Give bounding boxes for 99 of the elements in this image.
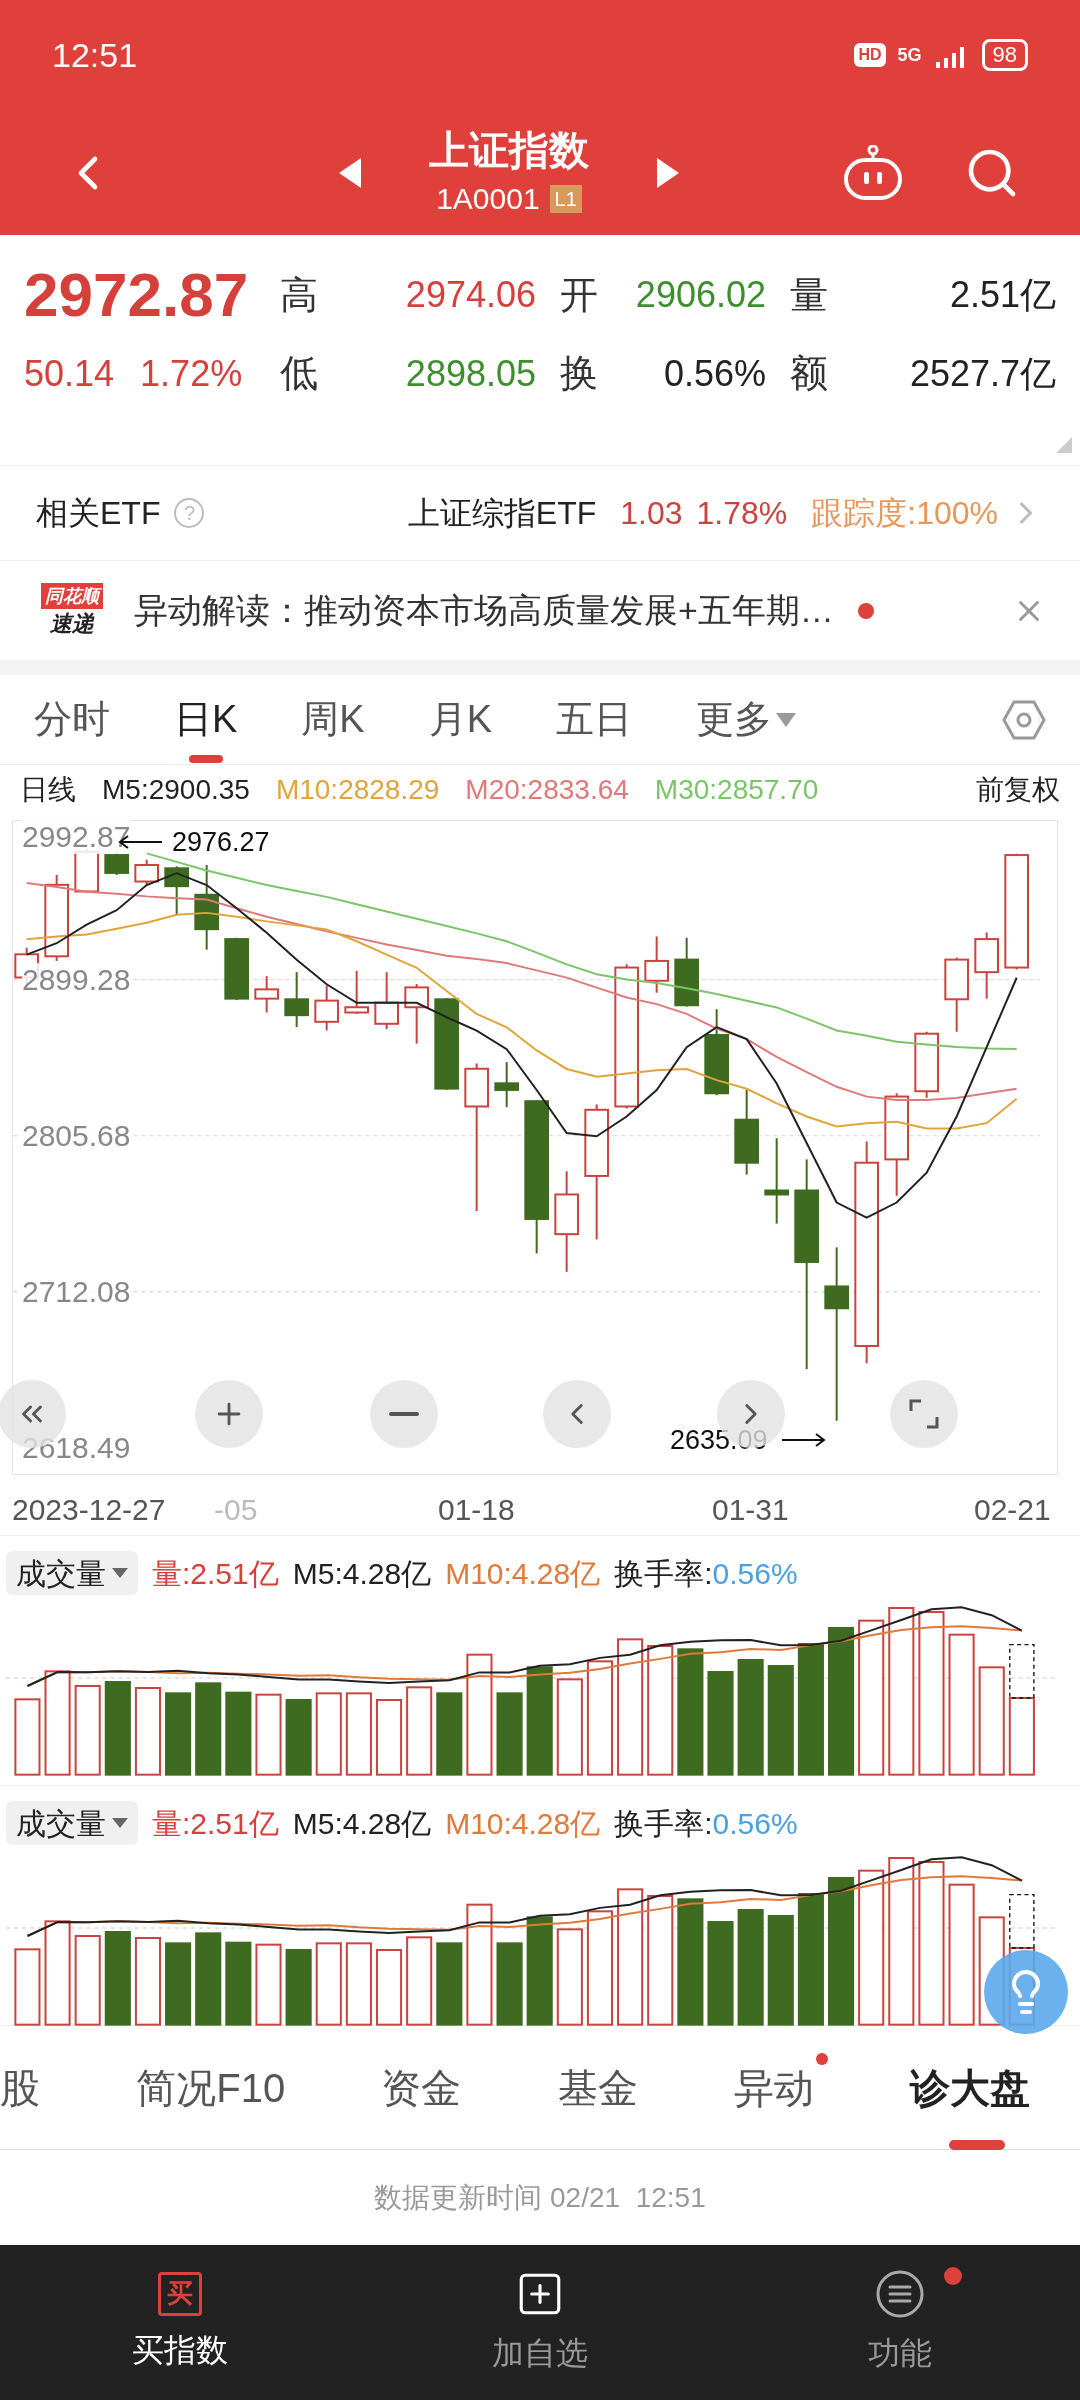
chart-tab[interactable]: 月K [428, 674, 493, 765]
previous-icon[interactable] [339, 157, 361, 188]
info-tab[interactable]: 异动 [733, 2025, 828, 2150]
stat-label: 换 [560, 351, 596, 396]
turnover-label: 换手率: [614, 1555, 713, 1592]
volume-m5: M5:4.28亿 [292, 1805, 432, 1842]
etf-label: 相关ETF [36, 494, 161, 533]
update-time: 数据更新时间 02/21 12:51 [374, 2180, 706, 2215]
nav-item[interactable]: 买 买指数 [0, 2245, 360, 2400]
price-adjust-option[interactable]: 前复权 [976, 769, 1060, 811]
volume-selector[interactable]: 成交量 [6, 1551, 138, 1595]
battery-indicator: 98 [981, 39, 1028, 71]
volume-selector[interactable]: 成交量 [6, 1801, 138, 1845]
candle [974, 931, 999, 1000]
robot-icon[interactable] [842, 144, 904, 201]
tab-indicator [188, 754, 223, 763]
nav-item[interactable]: 功能 [720, 2245, 1080, 2400]
candle [314, 984, 339, 1032]
stat-label: 低 [280, 351, 319, 396]
candle [254, 975, 279, 1014]
candle [344, 969, 369, 1015]
candle [404, 983, 429, 1045]
chart-tab[interactable]: 更多 [696, 674, 797, 765]
turnover-label: 换手率: [614, 1805, 713, 1842]
fullscreen-icon [909, 1399, 939, 1429]
stat-value: 2974.06 [404, 273, 536, 317]
candle [674, 936, 699, 1008]
logo-bottom-text: 速递 [50, 609, 94, 638]
info-tab[interactable]: 资金 [381, 2025, 476, 2150]
stat-label: 高 [280, 272, 319, 318]
hd-badge: HD [854, 43, 886, 67]
stat-label: 开 [560, 272, 596, 318]
moving-average-value: M5:2900.35 [102, 773, 250, 807]
index-code: 1A0001 [436, 181, 540, 217]
candle [164, 865, 189, 916]
moving-average-value: M30:2857.70 [654, 773, 819, 807]
caret-icon [776, 712, 797, 727]
volume-m10: M10:4.28亿 [445, 1555, 601, 1592]
candle [284, 971, 309, 1029]
candle [494, 1061, 519, 1109]
candle [644, 935, 669, 994]
period-label: 日线 [20, 773, 76, 807]
low-price-marker: 2635.09 [670, 1424, 768, 1457]
turnover-value: 0.56% [712, 1805, 798, 1842]
info-tab[interactable]: 诊大盘 [909, 2025, 1044, 2150]
stat-value: 0.56% [662, 351, 766, 396]
stat-value: 2527.7亿 [908, 351, 1056, 396]
date-axis-label: 01-18 [438, 1492, 515, 1528]
network-label: 5G [897, 43, 922, 67]
buy-icon: 买 [158, 2271, 202, 2316]
date-axis-label: 01-31 [712, 1492, 789, 1528]
info-tab[interactable]: 基金 [557, 2025, 652, 2150]
date-axis-label: 2023-12-27 [12, 1492, 166, 1528]
candle [224, 936, 249, 1001]
nav-item[interactable]: 加自选 [360, 2245, 720, 2400]
chart-tab[interactable]: 周K [301, 674, 365, 765]
logo-top-text: 同花顺 [41, 582, 103, 609]
moving-average-value: M10:2828.29 [275, 773, 440, 807]
stat-label: 额 [790, 351, 829, 396]
caret-icon [112, 1568, 128, 1578]
etf-name: 上证综指ETF [407, 494, 597, 533]
chart-tab[interactable]: 五日 [556, 674, 633, 765]
chart-tab[interactable]: 日K [174, 674, 238, 765]
tracking-rate: 跟踪度:100% [811, 494, 998, 533]
menu-circle-icon [875, 2268, 925, 2319]
volume-m5: M5:4.28亿 [292, 1555, 432, 1592]
last-price: 2972.87 [24, 259, 250, 331]
zoom-out-icon [389, 1412, 419, 1416]
volume-value: 量:2.51亿 [152, 1555, 279, 1592]
price-axis-label: 2992.87 [22, 820, 131, 854]
date-axis-label: 02-21 [974, 1492, 1051, 1528]
level-badge: L1 [549, 184, 582, 213]
tab-indicator [948, 2140, 1005, 2150]
caret-icon [112, 1818, 128, 1828]
stat-value: 2898.05 [404, 351, 536, 396]
status-time: 12:51 [52, 34, 138, 76]
price-change: 50.14 [24, 351, 115, 396]
stat-value: 2.51亿 [948, 273, 1056, 317]
info-tab[interactable]: 简况F10 [136, 2025, 300, 2150]
candle [374, 971, 399, 1031]
stat-value: 2906.02 [634, 273, 766, 317]
date-axis-label: -05 [214, 1492, 258, 1528]
chart-tab[interactable]: 分时 [34, 674, 110, 765]
volume-m10: M10:4.28亿 [445, 1805, 601, 1842]
price-change-percent: 1.72% [140, 351, 243, 396]
candle [134, 858, 159, 886]
candle [914, 1030, 939, 1099]
high-price-marker: 2976.27 [172, 826, 270, 859]
turnover-value: 0.56% [712, 1555, 798, 1592]
stat-label: 量 [790, 272, 829, 318]
etf-price: 1.03 [620, 494, 683, 533]
news-headline[interactable]: 异动解读：推动资本市场高质量发展+五年期… [134, 585, 834, 636]
arrow-right-icon [781, 1433, 826, 1448]
index-title: 上证指数 [429, 127, 589, 174]
volume-value: 量:2.51亿 [152, 1805, 279, 1842]
moving-average-value: M20:2833.64 [465, 773, 629, 807]
info-tab[interactable]: 股 [0, 2025, 54, 2150]
etf-change-percent: 1.78% [696, 494, 788, 533]
next-icon[interactable] [657, 157, 679, 188]
